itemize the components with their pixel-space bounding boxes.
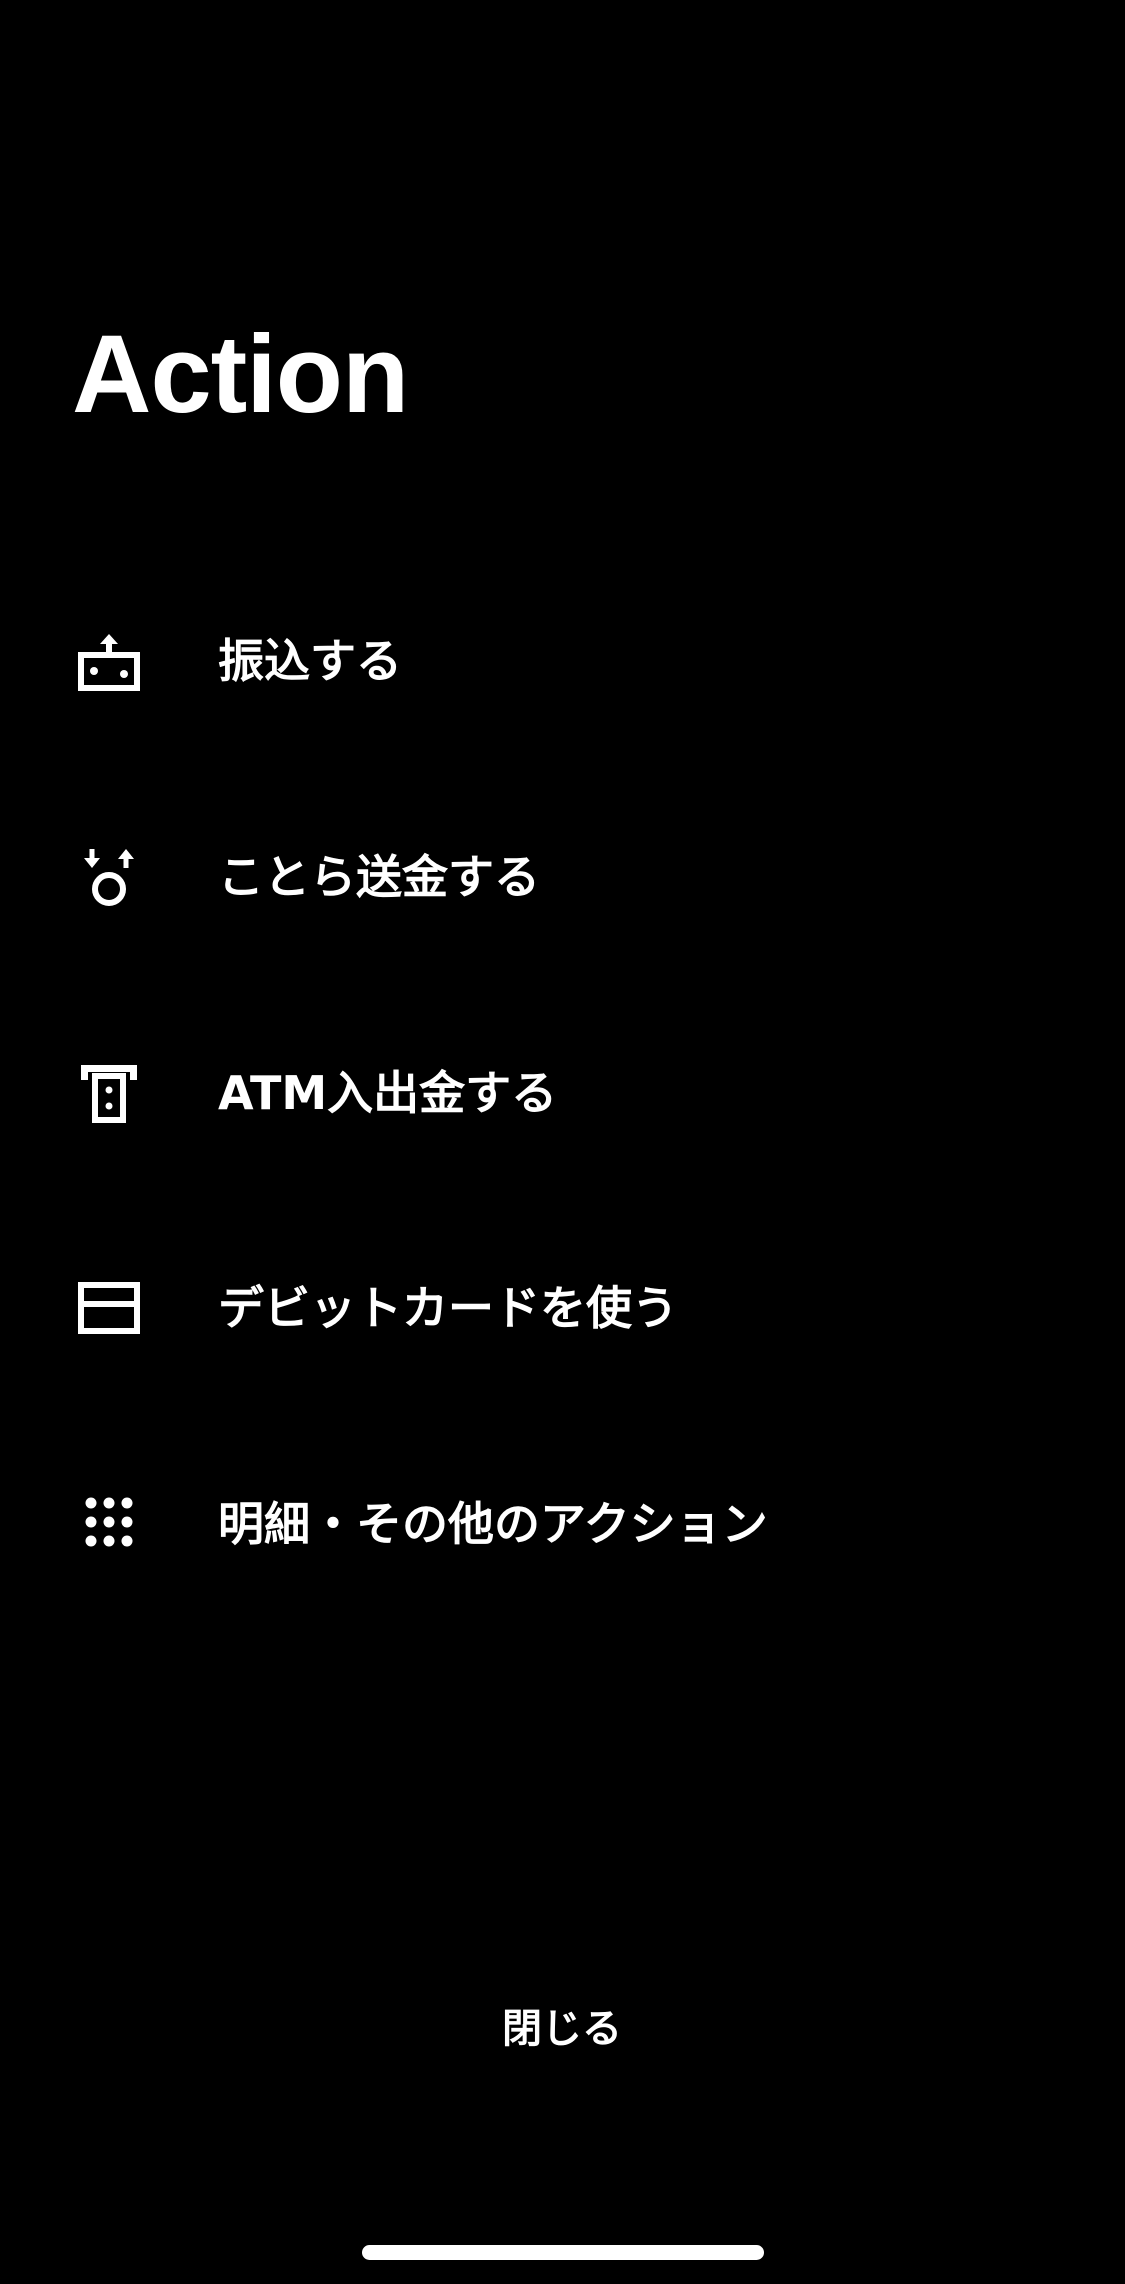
close-button[interactable]: 閉じる <box>412 1990 712 2060</box>
cotra-transfer-icon <box>74 842 144 912</box>
atm-icon <box>74 1058 144 1128</box>
page-title: Action <box>72 313 409 436</box>
menu-item-transfer[interactable]: 振込する <box>40 596 1085 726</box>
menu-item-label: デビットカードを使う <box>218 1281 678 1335</box>
menu-item-label: 振込する <box>218 634 402 688</box>
menu-item-label: 明細・その他のアクション <box>218 1497 768 1551</box>
home-indicator[interactable] <box>362 2245 764 2260</box>
menu-item-label: ATM入出金する <box>218 1066 558 1120</box>
debit-card-icon <box>74 1273 144 1343</box>
transfer-icon <box>74 626 144 696</box>
grid-dots-icon <box>74 1489 144 1559</box>
menu-item-cotra-transfer[interactable]: ことら送金する <box>40 812 1085 942</box>
menu-item-details-other[interactable]: 明細・その他のアクション <box>40 1459 1085 1589</box>
menu-item-debit-card[interactable]: デビットカードを使う <box>40 1243 1085 1373</box>
menu-item-label: ことら送金する <box>218 850 540 904</box>
menu-item-atm[interactable]: ATM入出金する <box>40 1028 1085 1158</box>
